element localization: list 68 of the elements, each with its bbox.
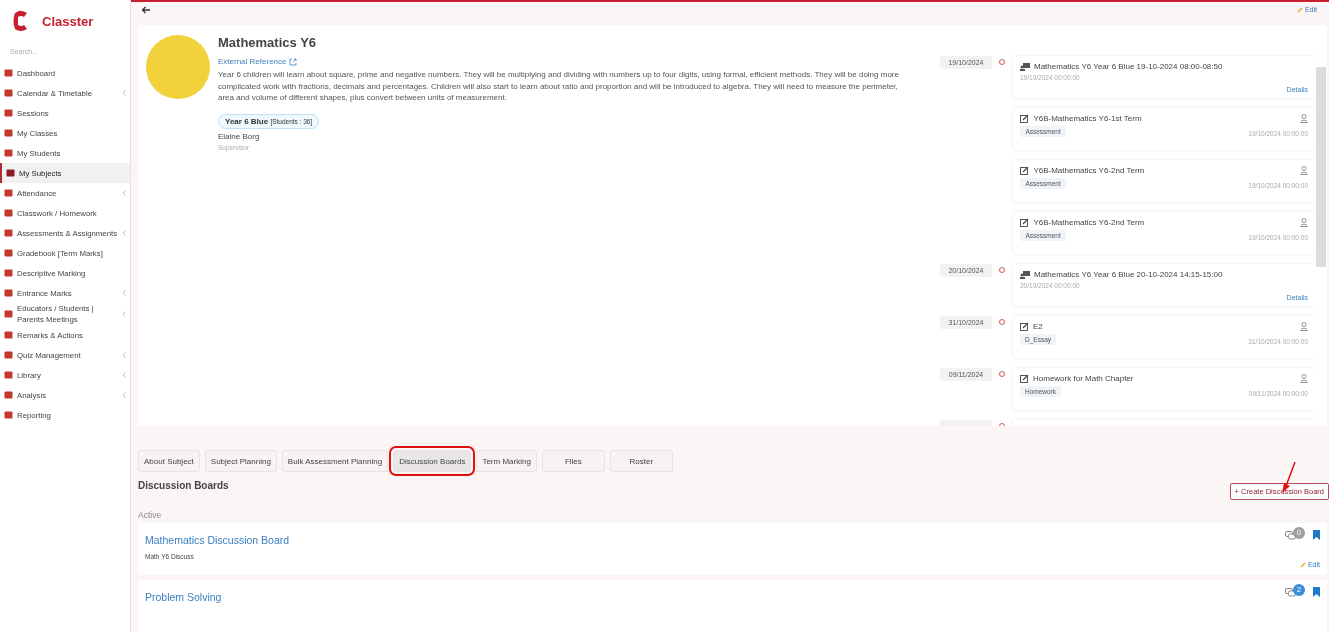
board-title[interactable]: Mathematics Discussion Board	[145, 534, 290, 546]
menu-icon	[4, 351, 13, 359]
chevron-icon	[122, 290, 126, 296]
event-title: Y6B-Mathematics Y6-2nd Term	[1020, 218, 1145, 228]
chevron-icon	[122, 230, 126, 236]
event-title: Y6B-Mathematics Y6-2nd Term	[1020, 166, 1145, 176]
chevron-icon	[122, 190, 126, 196]
chevron-icon	[122, 372, 126, 378]
external-link[interactable]: External Reference	[218, 57, 298, 67]
presentation-icon	[1020, 270, 1030, 279]
menu-icon	[4, 109, 13, 117]
person-icon	[1300, 218, 1308, 228]
tab[interactable]: Files	[541, 450, 605, 472]
menu-icon	[4, 331, 13, 339]
group-label: Active	[138, 510, 163, 520]
pencil-icon	[1299, 561, 1306, 568]
comment-count: 0	[1293, 526, 1305, 539]
person-icon	[1300, 374, 1308, 384]
presentation-icon	[1020, 62, 1030, 71]
edit-icon	[1020, 322, 1029, 332]
menu-icon	[6, 169, 15, 177]
person-icon	[1300, 166, 1308, 176]
menu-icon	[4, 129, 13, 137]
menu-icon	[4, 189, 13, 197]
edit-icon	[1020, 166, 1030, 176]
tab[interactable]: Roster	[609, 450, 673, 472]
brand-name: Classter	[42, 13, 94, 29]
event-title: Homework for Math Chapter	[1020, 374, 1134, 384]
teacher-name: Elaine Borg	[218, 131, 261, 141]
event-title: Y6B-Mathematics Y6-1st Term	[1020, 114, 1142, 124]
menu-icon	[4, 249, 13, 257]
menu-icon	[4, 209, 13, 217]
event-title: Mathematics Y6 Year 6 Blue 19-10-2024 08:00-08:50	[1020, 62, 1223, 72]
menu-icon	[4, 269, 13, 277]
menu-icon	[4, 411, 13, 419]
person-icon	[1300, 322, 1308, 332]
subject-description: Year 6 children will learn about square, prime and negative numbers. They will be multiplying and dividing with numbers up to four digits, using formal, efficient methods. They will be doing more complicated work with fractions, decimals and percentages. Children will also start to learn about ratio and proportion and will be introduced to algebra. They will need to measure the perimeter, area and volume of different shapes, plus convert between units of measurement.	[218, 69, 900, 104]
tab[interactable]: About Subject	[138, 450, 200, 472]
edit-icon	[1020, 218, 1030, 228]
menu-icon	[4, 229, 13, 237]
external-link-icon	[289, 57, 298, 66]
edit-icon	[1020, 374, 1029, 384]
menu-icon	[4, 69, 13, 77]
chevron-icon	[122, 352, 126, 358]
chevron-icon	[122, 392, 126, 398]
menu-icon	[4, 289, 13, 297]
tab[interactable]: Subject Planning	[204, 450, 277, 472]
menu-icon	[4, 89, 13, 97]
person-icon	[1300, 114, 1308, 124]
bookmark-icon[interactable]	[1313, 530, 1320, 540]
subject-title: Mathematics Y6	[218, 35, 318, 51]
edit-icon	[1020, 114, 1030, 124]
section-title: Discussion Boards	[138, 480, 229, 491]
menu-icon	[4, 391, 13, 399]
menu-icon	[4, 310, 13, 318]
chevron-icon	[122, 311, 126, 317]
bookmark-icon[interactable]	[1313, 587, 1320, 597]
tab[interactable]: Bulk Assessment Planning	[281, 450, 389, 472]
tab[interactable]: Term Marking	[476, 450, 537, 472]
comment-count: 2	[1293, 583, 1305, 596]
event-title: Mathematics Y6 Year 6 Blue 20-10-2024 14:15-15:00	[1020, 270, 1223, 280]
board-title[interactable]: Problem Solving	[145, 591, 222, 603]
menu-icon	[4, 371, 13, 379]
event-title: E2	[1020, 322, 1056, 332]
pencil-icon	[1296, 6, 1303, 13]
chevron-icon	[122, 90, 126, 96]
menu-icon	[4, 149, 13, 157]
back-arrow-icon[interactable]	[141, 5, 151, 14]
